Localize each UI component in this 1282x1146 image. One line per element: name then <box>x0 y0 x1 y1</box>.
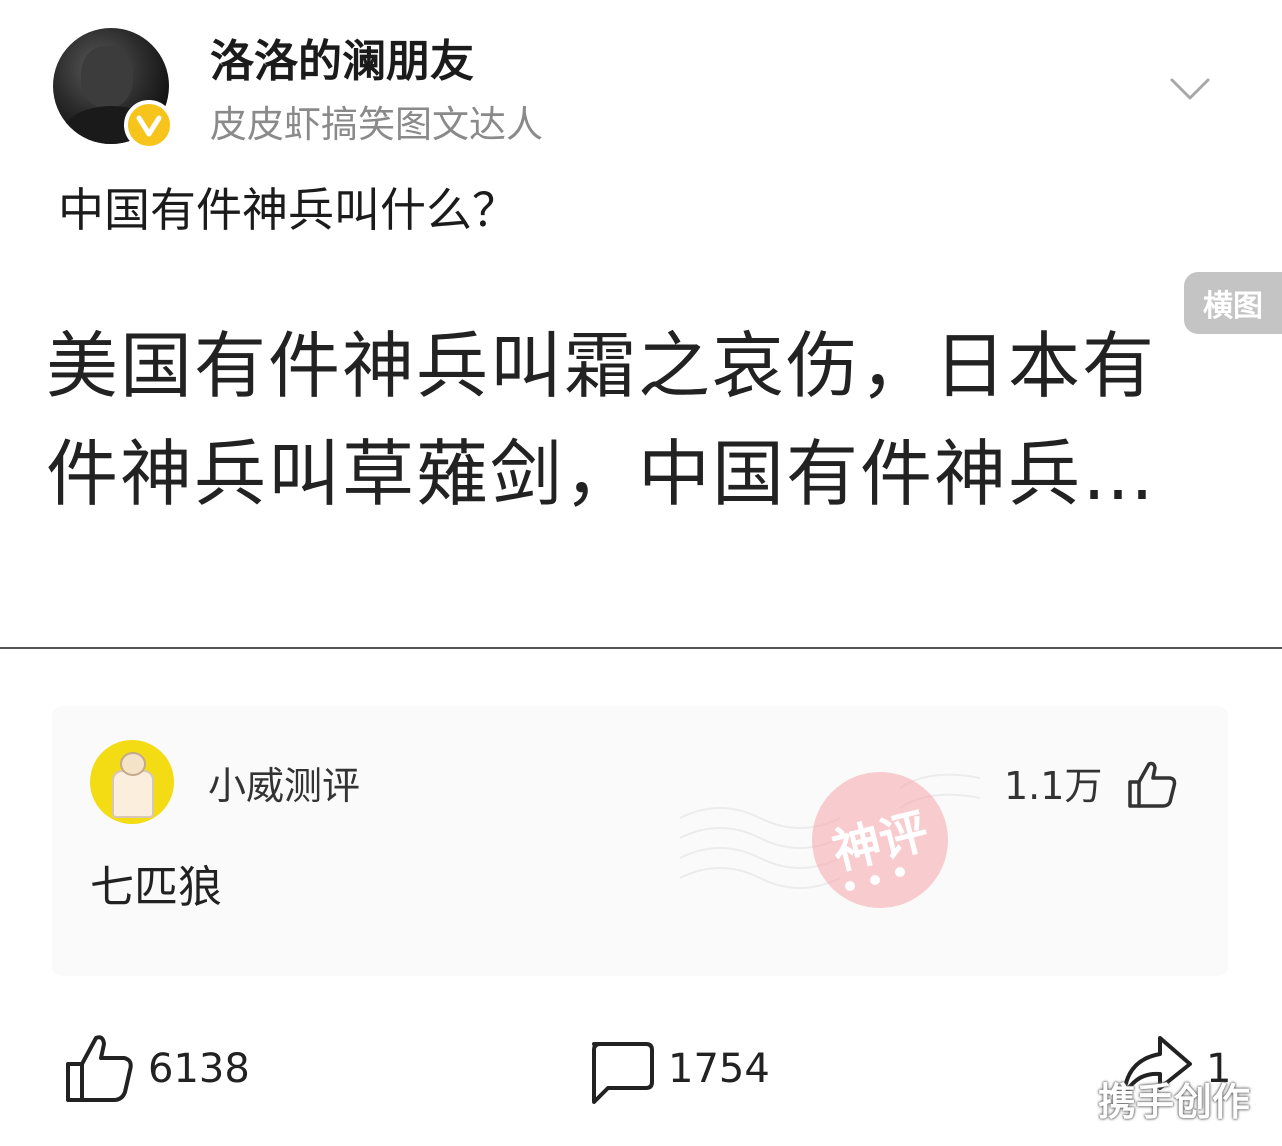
comment-icon[interactable] <box>582 1034 658 1110</box>
author-name[interactable]: 洛洛的澜朋友 <box>210 32 474 92</box>
corner-watermark: 携手创作 <box>1098 1080 1251 1124</box>
top-comment-card[interactable] <box>52 706 1228 976</box>
comment-count: 1754 <box>668 1046 770 1092</box>
post-image-text[interactable]: 美国有件神兵叫霜之哀伤，日本有件神兵叫草薙剑，中国有件神兵… <box>46 312 1216 528</box>
author-title: 皮皮虾搞笑图文达人 <box>210 103 543 146</box>
comment-like-count: 1.1万 <box>1004 764 1103 808</box>
commenter-name[interactable]: 小威测评 <box>208 760 360 812</box>
like-icon[interactable] <box>62 1030 138 1106</box>
post-title: 中国有件神兵叫什么？ <box>58 183 518 237</box>
like-count: 6138 <box>148 1046 250 1092</box>
divider <box>0 647 1282 649</box>
hot-comment-stamp-icon: 神评 <box>680 772 980 908</box>
thumbs-up-icon[interactable] <box>1126 758 1180 812</box>
comment-text: 七匹狼 <box>90 862 222 913</box>
commenter-avatar[interactable] <box>90 740 174 824</box>
verified-badge-icon <box>124 100 174 150</box>
chevron-down-icon[interactable] <box>1168 74 1212 104</box>
